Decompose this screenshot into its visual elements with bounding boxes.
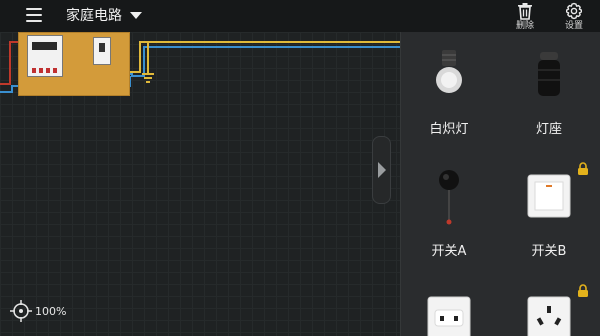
trash-icon <box>518 3 532 20</box>
switch-b-icon <box>527 174 571 218</box>
electric-meter[interactable] <box>27 35 63 77</box>
component-item-lamp-holder[interactable]: 灯座 <box>501 32 597 142</box>
gear-icon <box>566 2 582 20</box>
component-item-switch-b[interactable]: 开关B <box>501 152 597 262</box>
component-label: 开关A <box>431 244 467 259</box>
chevron-right-icon <box>378 162 386 178</box>
menu-icon[interactable] <box>26 8 42 22</box>
component-item-three-pin-socket[interactable] <box>501 272 597 336</box>
component-label: 灯座 <box>535 122 562 137</box>
top-toolbar: 家庭电路 删除 设置 <box>0 0 600 32</box>
lock-icon <box>578 162 588 175</box>
component-label: 白炽灯 <box>429 122 469 137</box>
panel-collapse-button[interactable] <box>372 136 391 204</box>
settings-label: 设置 <box>564 21 583 31</box>
incandescent-bulb-icon <box>436 50 462 93</box>
component-panel: 白炽灯 灯座 开关A 开关B <box>400 32 600 336</box>
distribution-board[interactable] <box>18 32 130 96</box>
component-item-incandescent-bulb[interactable]: 白炽灯 <box>401 32 497 142</box>
two-pin-socket-icon <box>427 296 471 336</box>
locate-target-icon <box>10 300 32 322</box>
circuit-title-dropdown[interactable]: 家庭电路 <box>66 5 142 25</box>
circuit-breaker[interactable] <box>93 37 111 65</box>
page-title: 家庭电路 <box>66 8 122 24</box>
delete-label: 删除 <box>515 21 534 31</box>
lamp-holder-icon <box>538 52 560 96</box>
lock-icon <box>578 284 588 297</box>
caret-down-icon <box>130 11 142 19</box>
component-item-two-pin-socket[interactable] <box>401 272 497 336</box>
component-label: 开关B <box>531 244 567 259</box>
switch-a-icon <box>439 170 459 225</box>
three-pin-socket-icon <box>527 296 571 336</box>
zoom-control[interactable]: 100% <box>10 300 66 322</box>
zoom-level: 100% <box>35 304 67 318</box>
component-item-switch-a[interactable]: 开关A <box>401 152 497 262</box>
delete-button[interactable]: 删除 <box>507 2 543 32</box>
settings-button[interactable]: 设置 <box>556 2 592 32</box>
